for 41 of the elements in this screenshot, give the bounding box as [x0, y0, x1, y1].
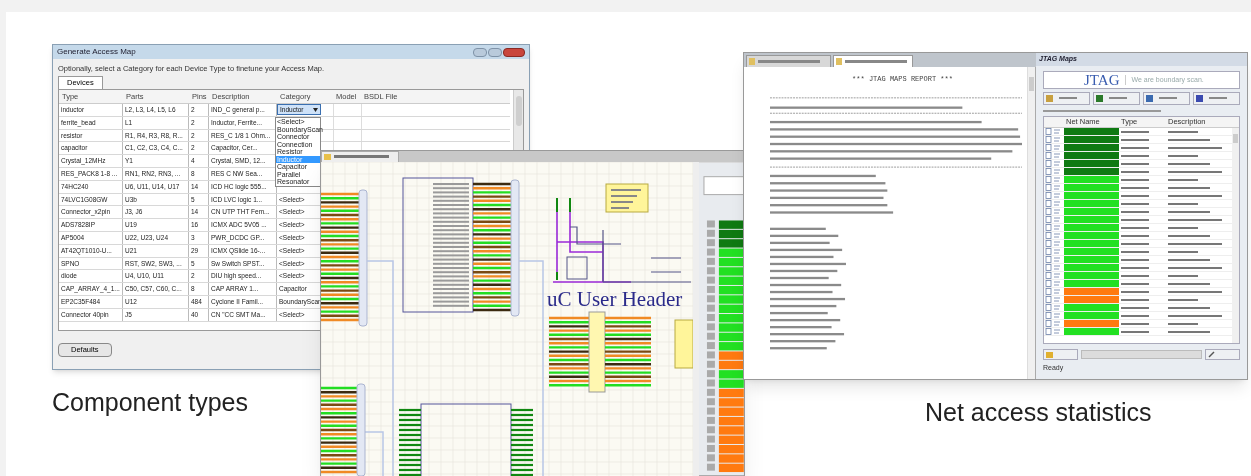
- button-label-drawing: [1059, 97, 1077, 100]
- pencil-icon: [1208, 351, 1215, 358]
- text-field[interactable]: [1081, 350, 1202, 359]
- logo-text: JTAG: [1084, 72, 1120, 88]
- folder-icon: [324, 154, 331, 160]
- schematic-heading: uC User Header: [547, 287, 683, 311]
- window-title: Generate Access Map: [57, 46, 136, 58]
- tab-label-drawing: [842, 59, 908, 64]
- scroll-thumb[interactable]: [1233, 134, 1238, 143]
- caption: Component types: [52, 387, 248, 418]
- button-label-drawing: [1209, 97, 1227, 100]
- caret-icon: [313, 107, 318, 112]
- toolbar-button[interactable]: [1143, 92, 1190, 105]
- toolbar-button[interactable]: [1043, 92, 1090, 105]
- document-tab[interactable]: [746, 55, 831, 67]
- document-tab[interactable]: [321, 151, 399, 162]
- file-icon: [749, 58, 755, 65]
- close-button[interactable]: [503, 47, 525, 57]
- toolbar-icon: [1096, 95, 1103, 102]
- load-button[interactable]: [1043, 349, 1078, 360]
- folder-icon: [1046, 351, 1053, 358]
- apply-button[interactable]: [1205, 349, 1240, 360]
- toolbar-icon: [1046, 95, 1053, 102]
- scrollbar[interactable]: [1232, 128, 1239, 343]
- document-tab[interactable]: [833, 55, 913, 67]
- button-label-drawing: [1159, 97, 1177, 100]
- scroll-thumb[interactable]: [515, 96, 522, 126]
- file-icon: [836, 58, 842, 65]
- scrollbar[interactable]: [1027, 67, 1035, 379]
- toolbar-button[interactable]: [1193, 92, 1240, 105]
- maximize-button[interactable]: [488, 47, 502, 57]
- tab-label-drawing: [755, 59, 821, 64]
- scroll-thumb[interactable]: [1029, 77, 1034, 91]
- button-label-drawing: [1109, 97, 1127, 100]
- toolbar-icon: [1146, 95, 1153, 102]
- tab-label-drawing: [331, 155, 391, 159]
- toolbar-button[interactable]: [1093, 92, 1140, 105]
- scrollbar[interactable]: [513, 90, 523, 150]
- caption: Net access statistics: [925, 397, 1152, 428]
- minimize-button[interactable]: [473, 47, 487, 57]
- toolbar-icon: [1196, 95, 1203, 102]
